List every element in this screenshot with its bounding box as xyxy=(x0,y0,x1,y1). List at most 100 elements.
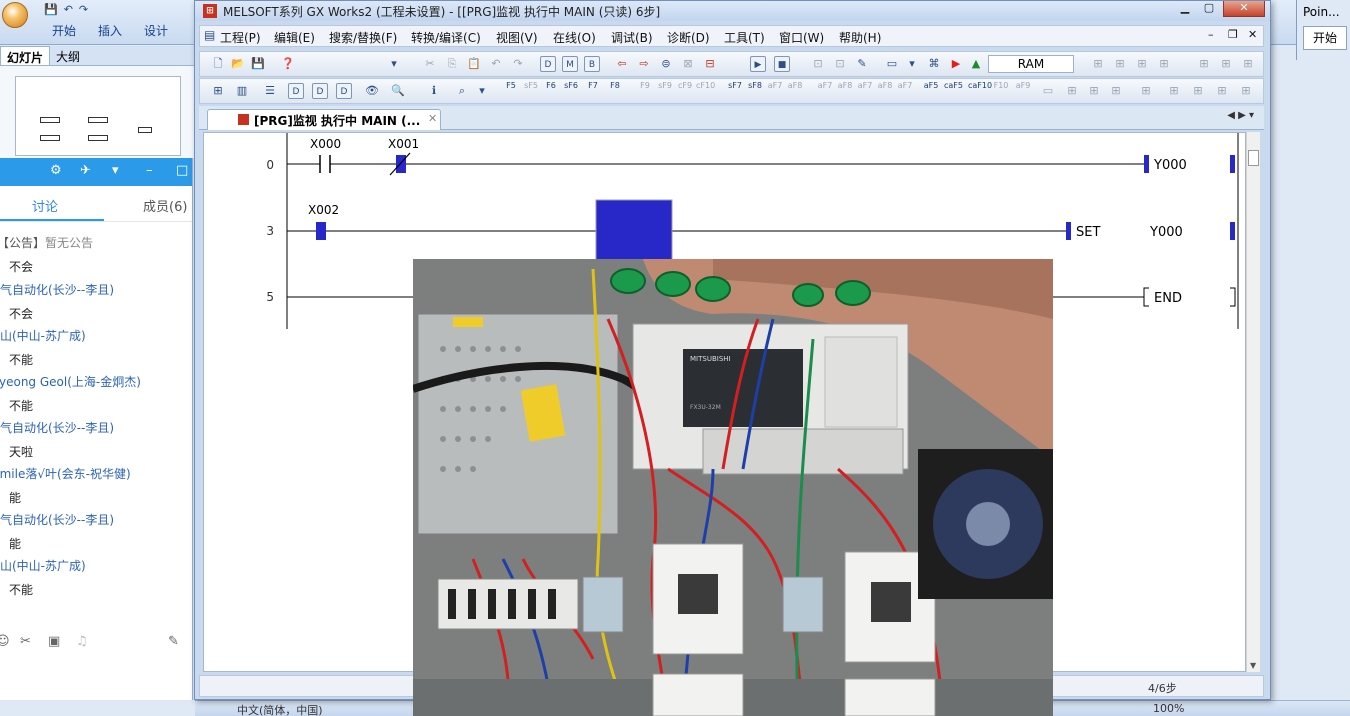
paste-icon[interactable]: 📋 xyxy=(466,56,482,72)
tool-icon[interactable]: ⊞ xyxy=(1214,83,1230,99)
tab-slides[interactable]: 幻灯片 xyxy=(0,46,51,65)
ladder-afx4-key[interactable]: aF8 xyxy=(876,82,894,90)
ladder-hline-key[interactable]: F9 xyxy=(636,82,654,90)
stop-monitor-icon[interactable]: ■ xyxy=(774,56,790,72)
image-icon[interactable]: ▣ xyxy=(48,634,60,649)
tool-icon[interactable]: ⊞ xyxy=(1166,83,1182,99)
tool-icon[interactable]: ⊞ xyxy=(1090,56,1106,72)
ladder-open-parallel-key[interactable]: sF5 xyxy=(522,82,540,90)
watch2-icon[interactable]: ⊡ xyxy=(832,56,848,72)
ladder-vline-key[interactable]: sF9 xyxy=(656,82,674,90)
tool-icon[interactable]: ⊞ xyxy=(1238,83,1254,99)
ladder-f10-key[interactable]: F10 xyxy=(992,82,1010,90)
tab-main-program[interactable]: [PRG]监视 执行中 MAIN (... ✕ xyxy=(207,109,441,130)
tool-icon[interactable]: ⊞ xyxy=(1240,56,1256,72)
remote-icon[interactable]: ⊟ xyxy=(702,56,718,72)
mdi-restore-icon[interactable]: ❐ xyxy=(1228,28,1238,41)
ladder-delete-vline-key[interactable]: cF10 xyxy=(696,82,715,90)
device-comment3-icon[interactable]: D xyxy=(336,83,352,99)
display-icon[interactable]: ▭ xyxy=(884,56,900,72)
gear-icon[interactable]: ⚙ xyxy=(50,163,62,178)
edit-icon[interactable]: ✎ xyxy=(168,634,179,649)
start-monitor-icon[interactable]: ▶ xyxy=(750,56,766,72)
start-button[interactable]: 开始 xyxy=(1303,26,1347,50)
menu-project[interactable]: 工程(P) xyxy=(220,29,261,46)
device-comment-icon[interactable]: D xyxy=(288,83,304,99)
batch-icon[interactable]: B xyxy=(584,56,600,72)
scissors-icon[interactable]: ✂ xyxy=(20,634,31,649)
tool-icon[interactable]: ⊞ xyxy=(1190,83,1206,99)
menu-tools[interactable]: 工具(T) xyxy=(724,29,765,46)
menu-debug[interactable]: 调试(B) xyxy=(611,29,653,46)
tool-icon[interactable]: ⊞ xyxy=(1086,83,1102,99)
tool-icon[interactable]: ⊞ xyxy=(1218,56,1234,72)
block-icon[interactable]: ▥ xyxy=(234,83,250,99)
read-plc-icon[interactable]: ⇦ xyxy=(614,56,630,72)
menu-view[interactable]: 视图(V) xyxy=(496,29,538,46)
scroll-down-arrow[interactable]: ▼ xyxy=(1250,661,1256,670)
tool-icon[interactable]: ⊞ xyxy=(1112,56,1128,72)
tab-outline[interactable]: 大纲 xyxy=(50,46,86,65)
office-button[interactable] xyxy=(2,2,28,28)
tool-icon[interactable]: ⊞ xyxy=(1138,83,1154,99)
delete-plc-icon[interactable]: ⊠ xyxy=(680,56,696,72)
ladder-op-result-key[interactable]: caF5 xyxy=(944,82,963,90)
ladder-afx5-key[interactable]: aF7 xyxy=(896,82,914,90)
menu-window[interactable]: 窗口(W) xyxy=(779,29,824,46)
scroll-thumb[interactable] xyxy=(1248,150,1259,166)
message-sender[interactable]: 佛山(中山-苏广成) xyxy=(0,557,86,574)
ladder-invert-key[interactable]: aF5 xyxy=(922,82,940,90)
tab-discussion[interactable]: 讨论 xyxy=(32,196,58,215)
voice-icon[interactable]: ♫ xyxy=(76,634,88,649)
ladder-falling-parallel-key[interactable]: aF8 xyxy=(786,82,804,90)
tool-icon[interactable]: ⊞ xyxy=(1134,56,1150,72)
message-sender[interactable]: Smile落√叶(会东-祝华健) xyxy=(0,465,131,482)
save-icon[interactable]: 💾 xyxy=(44,3,58,16)
ladder-caf10-key[interactable]: caF10 xyxy=(968,82,992,90)
close-tab-icon[interactable]: ✕ xyxy=(428,112,437,125)
ladder-icon[interactable]: ⊞ xyxy=(210,83,226,99)
zoom-level[interactable]: 100% xyxy=(1153,702,1184,715)
tab-home[interactable]: 开始 xyxy=(52,22,76,39)
message-sender[interactable]: 佛山(中山-苏广成) xyxy=(0,327,86,344)
tab-members[interactable]: 成员(6) xyxy=(143,196,187,215)
tool-icon[interactable]: ▭ xyxy=(1040,83,1056,99)
message-sender[interactable]: 电气自动化(长沙--李且) xyxy=(0,419,114,436)
device-icon[interactable]: D xyxy=(540,56,556,72)
dropdown-icon[interactable]: ▾ xyxy=(112,163,119,178)
emoji-icon[interactable]: ☺ xyxy=(0,634,10,649)
ladder-open-contact-key[interactable]: F5 xyxy=(502,82,520,90)
save-icon[interactable]: 💾 xyxy=(250,56,266,72)
ladder-afx2-key[interactable]: aF8 xyxy=(836,82,854,90)
redo-icon[interactable]: ↷ xyxy=(510,56,526,72)
plane-icon[interactable]: ✈ xyxy=(80,163,91,178)
slide-thumbnail[interactable] xyxy=(15,76,181,156)
redo-icon[interactable]: ↷ xyxy=(79,3,88,16)
register-watch-icon[interactable]: ✎ xyxy=(854,56,870,72)
copy-icon[interactable]: ⎘ xyxy=(444,56,460,72)
mdi-minimize-icon[interactable]: – xyxy=(1208,28,1214,41)
tool-icon[interactable]: ⊞ xyxy=(1108,83,1124,99)
message-sender[interactable]: 电气自动化(长沙--李且) xyxy=(0,281,114,298)
close-button[interactable]: ✕ xyxy=(1223,1,1265,17)
ladder-afx-key[interactable]: aF7 xyxy=(816,82,834,90)
ladder-closed-contact-key[interactable]: F6 xyxy=(542,82,560,90)
display-dropdown-icon[interactable]: ▾ xyxy=(904,56,920,72)
device-comment2-icon[interactable]: D xyxy=(312,83,328,99)
tool-icon[interactable]: ⊞ xyxy=(1156,56,1172,72)
ladder-instruction-key[interactable]: F8 xyxy=(606,82,624,90)
ladder-afx3-key[interactable]: aF7 xyxy=(856,82,874,90)
info-icon[interactable]: ℹ xyxy=(426,83,442,99)
tab-design[interactable]: 设计 xyxy=(144,22,168,39)
menu-diagnostics[interactable]: 诊断(D) xyxy=(667,29,710,46)
tool-icon[interactable]: ⊞ xyxy=(1064,83,1080,99)
ladder-closed-parallel-key[interactable]: sF6 xyxy=(562,82,580,90)
cut-icon[interactable]: ✂ xyxy=(422,56,438,72)
menu-help[interactable]: 帮助(H) xyxy=(839,29,881,46)
ladder-delete-hline-key[interactable]: cF9 xyxy=(676,82,694,90)
watch-icon[interactable]: ⊡ xyxy=(810,56,826,72)
open-icon[interactable]: 📂 xyxy=(230,56,246,72)
simulation-start-icon[interactable]: ▶ xyxy=(948,56,964,72)
tab-insert[interactable]: 插入 xyxy=(98,22,122,39)
verify-icon[interactable]: ⊜ xyxy=(658,56,674,72)
